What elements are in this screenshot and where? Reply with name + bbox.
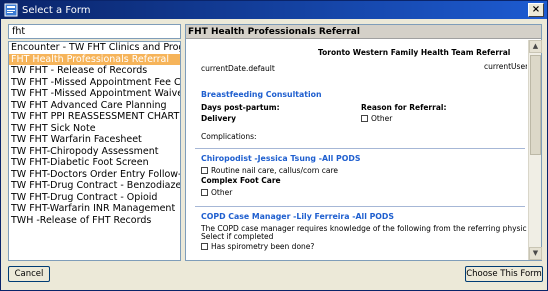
copd-title: COPD Case Manager -Lily Ferreira -All PO… [201,212,395,221]
chiro-other-label: Other [211,188,233,197]
form-list-item[interactable]: TW FHT-Diabetic Foot Screen [9,157,180,169]
reason-label: Reason for Referral: [361,103,447,112]
form-preview-pane: FHT Health Professionals Referral Toront… [185,24,542,261]
scroll-up-button[interactable]: ▲ [529,40,542,53]
form-list-item[interactable]: TW FHT - Release of Records [9,65,180,77]
form-list-item[interactable]: TW FHT -Missed Appointment Waived ... [9,88,180,100]
scroll-down-button[interactable]: ▼ [529,247,542,260]
form-list[interactable]: Encounter - TW FHT Clinics and Progra...… [8,41,181,261]
form-list-item[interactable]: FHT Health Professionals Referral [9,53,180,65]
complex-label: Complex Foot Care [201,176,281,185]
routine-label: Routine nail care, callus/corn care [211,166,339,175]
chiro-other-checkbox[interactable] [201,189,208,196]
chiropodist-title: Chiropodist -Jessica Tsung -All PODS [201,154,361,163]
delivery-label: Delivery [201,114,237,123]
form-list-item[interactable]: TW FHT-Warfarin INR Management [9,203,180,215]
form-list-item[interactable]: TW FHT Sick Note [9,123,180,135]
form-list-item[interactable]: TW FHT Advanced Care Planning [9,100,180,112]
spirometry-label: Has spirometry been done? [211,242,315,251]
spirometry-checkbox[interactable] [201,243,208,250]
routine-checkbox[interactable] [201,167,208,174]
form-list-item[interactable]: TW FHT-Drug Contract - Opioid [9,192,180,204]
preview-scrollbar[interactable]: ▲ ▼ [528,40,542,260]
preview-header: FHT Health Professionals Referral [186,25,541,39]
days-postpartum-label: Days post-partum: [201,103,280,112]
breastfeeding-title: Breastfeeding Consultation [201,90,322,99]
search-input[interactable]: fht [8,24,181,39]
org-title: Toronto Western Family Health Team Refer… [318,48,511,57]
scroll-thumb[interactable] [530,55,541,155]
select-form-dialog: Select a Form × fht Encounter - TW FHT C… [0,0,548,291]
cancel-button[interactable]: Cancel [8,266,50,282]
current-user: currentUser [484,62,527,71]
form-list-item[interactable]: TWH -Release of FHT Records [9,215,180,227]
form-list-item[interactable]: Encounter - TW FHT Clinics and Progra... [9,42,180,54]
title-bar: Select a Form × [1,1,547,19]
choose-form-button[interactable]: Choose This Form [465,266,543,282]
form-list-item[interactable]: TW FHT Warfarin Facesheet [9,134,180,146]
section-divider [195,148,525,149]
form-list-item[interactable]: TW FHT-Drug Contract - Benzodiazepine [9,180,180,192]
window-title: Select a Form [22,4,91,16]
close-icon: × [531,4,541,15]
preview-body: Toronto Western Family Health Team Refer… [187,40,527,260]
other-checkbox[interactable] [361,115,368,122]
form-list-item[interactable]: TW FHT -Missed Appointment Fee Char... [9,77,180,89]
other-label: Other [371,114,393,123]
form-list-item[interactable]: TW FHT PPI REASSESSMENT CHART [9,111,180,123]
arrow-down-icon: ▼ [532,249,539,257]
form-list-item[interactable]: TW FHT-Doctors Order Entry Follow-Up... [9,169,180,181]
complications-label: Complications: [201,132,257,141]
arrow-up-icon: ▲ [532,42,539,50]
section-divider [195,206,525,207]
app-icon [4,3,18,17]
current-date: currentDate.default [201,64,275,73]
form-list-item[interactable]: TW FHT-Chiropody Assessment [9,146,180,158]
copd-select: Select if completed [201,232,274,241]
close-button[interactable]: × [528,3,544,17]
